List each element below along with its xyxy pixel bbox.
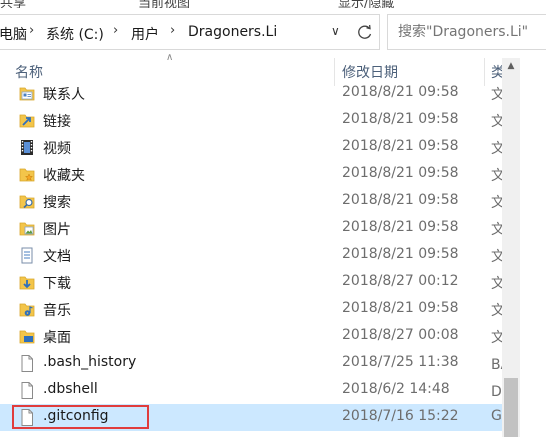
breadcrumb-this-pc[interactable]: 电脑 <box>0 24 27 44</box>
file-name: 收藏夹 <box>43 168 85 184</box>
chevron-right-icon[interactable]: › <box>113 23 118 38</box>
file-date: 2018/8/21 09:58 <box>342 219 459 235</box>
list-item[interactable]: 桌面 2018/8/27 00:08 文件夹 <box>0 323 502 350</box>
file-name: 下载 <box>43 276 71 292</box>
file-date: 2018/8/21 09:58 <box>342 138 459 154</box>
file-type: 文件夹 <box>491 87 502 103</box>
desktop-folder-icon <box>19 328 35 345</box>
file-name: 图片 <box>43 222 71 238</box>
file-type: DBSHELL 文件 <box>491 384 502 400</box>
file-date: 2018/8/21 09:58 <box>342 246 459 262</box>
list-item[interactable]: 视频 2018/8/21 09:58 文件夹 <box>0 134 502 161</box>
list-item[interactable]: .dbshell 2018/6/2 14:48 DBSHELL 文件 <box>0 377 502 404</box>
file-date: 2018/7/25 11:38 <box>342 354 459 370</box>
scrollbar-thumb[interactable] <box>504 378 518 437</box>
downloads-folder-icon <box>19 274 35 291</box>
file-date: 2018/8/21 09:58 <box>342 111 459 127</box>
column-header-date[interactable]: 修改日期 <box>342 62 398 82</box>
file-icon <box>19 382 35 399</box>
list-item[interactable]: 下载 2018/8/27 00:12 文件夹 <box>0 269 502 296</box>
file-date: 2018/7/16 15:22 <box>342 408 459 424</box>
file-name: 桌面 <box>43 330 71 346</box>
contacts-folder-icon <box>19 85 35 102</box>
file-type: 文件夹 <box>491 195 502 211</box>
file-type: BASH_HISTORY 文件 <box>491 357 502 373</box>
file-type: 文件夹 <box>491 168 502 184</box>
list-item[interactable]: 链接 2018/8/21 09:58 文件夹 <box>0 107 502 134</box>
pane-edge <box>520 58 546 437</box>
file-type: 文件夹 <box>491 114 502 130</box>
scroll-up-arrow-icon[interactable]: ▲ <box>502 58 520 75</box>
ribbon-tabs-cutoff: 共享 当前视图 显示/隐藏 <box>0 0 546 8</box>
breadcrumb-drive-c[interactable]: 系统 (C:) <box>46 24 104 44</box>
file-date: 2018/8/21 09:58 <box>342 165 459 181</box>
file-type: 文件夹 <box>491 222 502 238</box>
file-name: 搜索 <box>43 195 71 211</box>
file-date: 2018/8/21 09:58 <box>342 84 459 100</box>
ribbon-label: 显示/隐藏 <box>338 0 395 8</box>
list-item[interactable]: 音乐 2018/8/21 09:58 文件夹 <box>0 296 502 323</box>
ribbon-label: 共享 <box>0 0 27 8</box>
chevron-right-icon[interactable]: › <box>29 23 34 38</box>
file-date: 2018/8/27 00:08 <box>342 327 459 343</box>
searches-folder-icon <box>19 193 35 210</box>
file-type: Git Config <box>491 408 502 424</box>
list-item[interactable]: 文档 2018/8/21 09:58 文件夹 <box>0 242 502 269</box>
vertical-scrollbar[interactable]: ▲ <box>502 58 520 437</box>
file-type: 文件夹 <box>491 249 502 265</box>
file-name: 联系人 <box>43 87 85 103</box>
column-header-name[interactable]: 名称 <box>15 62 43 82</box>
list-item[interactable]: 收藏夹 2018/8/21 09:58 文件夹 <box>0 161 502 188</box>
ribbon-label: 当前视图 <box>138 0 191 8</box>
file-name: .bash_history <box>43 354 137 370</box>
file-name: 文档 <box>43 249 71 265</box>
breadcrumb-users[interactable]: 用户 <box>131 24 159 44</box>
address-bar[interactable]: 电脑 › 系统 (C:) › 用户 › Dragoners.Li ∨ <box>0 14 380 50</box>
refresh-icon[interactable] <box>355 21 375 43</box>
music-folder-icon <box>19 301 35 318</box>
chevron-down-icon[interactable]: ∨ <box>331 24 340 38</box>
file-date: 2018/8/27 00:12 <box>342 273 459 289</box>
favorites-folder-icon <box>19 166 35 183</box>
list-item[interactable]: 图片 2018/8/21 09:58 文件夹 <box>0 215 502 242</box>
pictures-folder-icon <box>19 220 35 237</box>
search-input[interactable] <box>398 21 538 43</box>
file-name: 链接 <box>43 114 71 130</box>
file-type: 文件夹 <box>491 141 502 157</box>
file-date: 2018/8/21 09:58 <box>342 300 459 316</box>
links-folder-icon <box>19 112 35 129</box>
search-box[interactable] <box>387 14 546 50</box>
file-icon <box>19 355 35 372</box>
list-item[interactable]: 搜索 2018/8/21 09:58 文件夹 <box>0 188 502 215</box>
list-item[interactable]: .bash_history 2018/7/25 11:38 BASH_HISTO… <box>0 350 502 377</box>
red-annotation-box <box>12 405 149 429</box>
breadcrumb-user-folder[interactable]: Dragoners.Li <box>188 24 277 40</box>
file-date: 2018/6/2 14:48 <box>342 381 450 397</box>
file-date: 2018/8/21 09:58 <box>342 192 459 208</box>
file-list: 联系人 2018/8/21 09:58 文件夹 链接 2018/8/21 09:… <box>0 80 502 437</box>
list-item[interactable]: 联系人 2018/8/21 09:58 文件夹 <box>0 80 502 107</box>
chevron-right-icon[interactable]: › <box>170 23 175 38</box>
file-type: 文件夹 <box>491 303 502 319</box>
videos-folder-icon <box>19 139 35 156</box>
file-name: .dbshell <box>43 381 98 397</box>
file-type: 文件夹 <box>491 276 502 292</box>
file-name: 视频 <box>43 141 71 157</box>
file-type: 文件夹 <box>491 330 502 346</box>
documents-folder-icon <box>19 247 35 264</box>
file-name: 音乐 <box>43 303 71 319</box>
